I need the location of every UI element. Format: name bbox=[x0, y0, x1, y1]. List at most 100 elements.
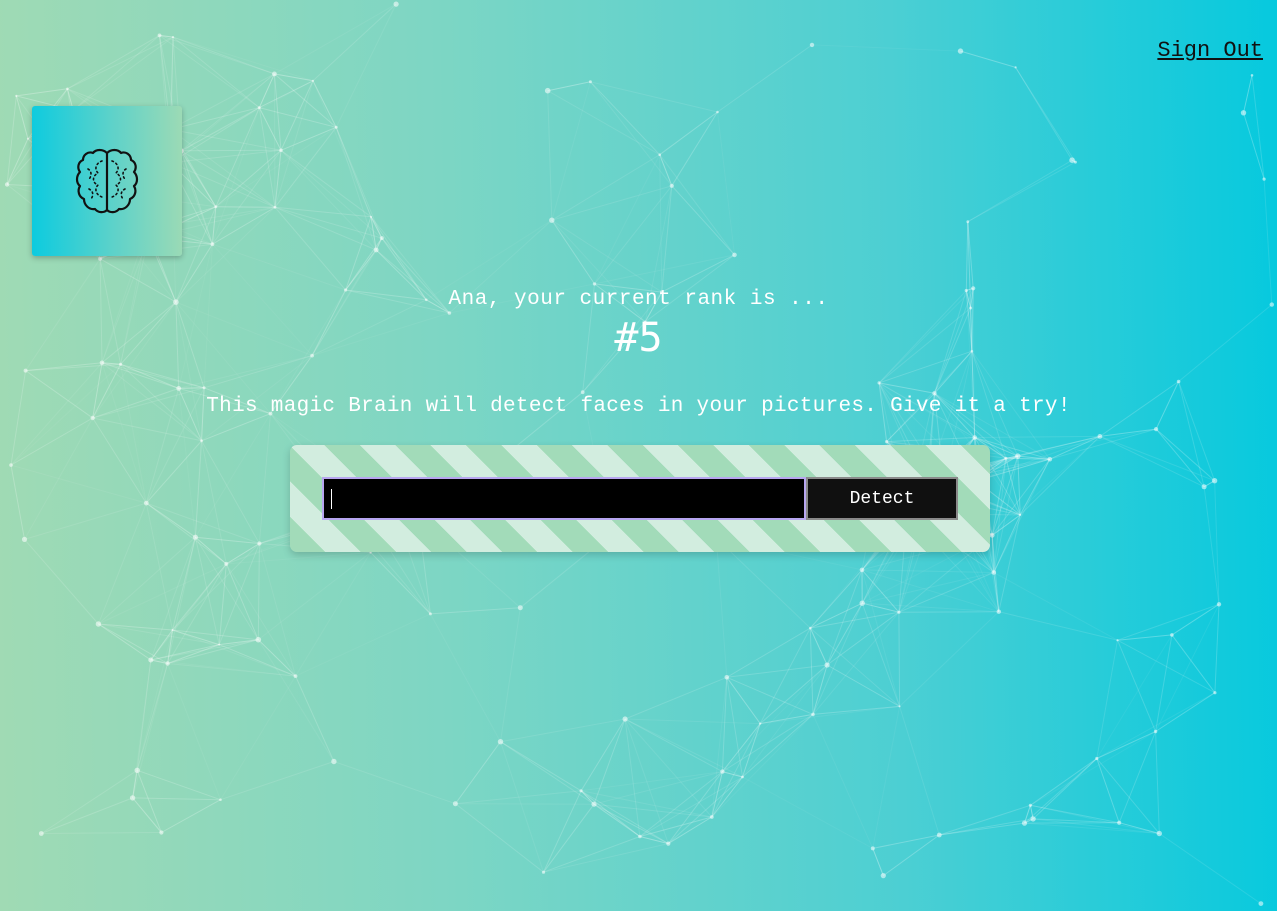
network-link bbox=[167, 663, 296, 677]
network-node bbox=[880, 873, 886, 879]
network-link bbox=[711, 723, 761, 818]
network-node bbox=[1047, 456, 1053, 462]
network-link bbox=[429, 613, 501, 742]
network-node bbox=[1176, 379, 1181, 384]
network-link bbox=[812, 602, 863, 715]
network-link bbox=[993, 514, 1021, 573]
network-link bbox=[172, 563, 227, 631]
network-node bbox=[898, 705, 901, 708]
network-link bbox=[809, 569, 863, 629]
network-link bbox=[180, 73, 275, 152]
network-link bbox=[10, 417, 93, 466]
network-node bbox=[171, 36, 175, 39]
network-node bbox=[1116, 639, 1119, 642]
network-link bbox=[551, 81, 591, 221]
network-node bbox=[272, 71, 277, 77]
network-node bbox=[622, 716, 628, 722]
network-node bbox=[996, 609, 1001, 614]
network-node bbox=[202, 386, 206, 390]
network-link bbox=[810, 611, 899, 629]
network-link bbox=[760, 713, 814, 725]
network-link bbox=[24, 417, 94, 540]
network-link bbox=[201, 440, 260, 544]
network-link bbox=[345, 216, 372, 291]
network-link bbox=[150, 537, 196, 661]
network-link bbox=[594, 254, 735, 285]
network-link bbox=[594, 154, 661, 285]
network-link bbox=[1117, 634, 1172, 641]
network-link bbox=[715, 538, 728, 678]
detect-button[interactable]: Detect bbox=[806, 477, 958, 520]
network-link bbox=[639, 836, 669, 845]
network-link bbox=[335, 127, 372, 217]
network-node bbox=[293, 674, 298, 678]
network-link bbox=[92, 417, 202, 442]
network-link bbox=[274, 206, 346, 291]
network-link bbox=[24, 502, 147, 540]
network-link bbox=[430, 607, 521, 615]
network-link bbox=[280, 149, 383, 239]
network-link bbox=[16, 88, 68, 97]
network-link bbox=[581, 790, 712, 818]
network-link bbox=[195, 536, 260, 544]
network-link bbox=[861, 603, 901, 707]
network-link bbox=[993, 458, 1051, 573]
network-link bbox=[1015, 67, 1073, 161]
network-node bbox=[897, 610, 901, 614]
network-link bbox=[1214, 480, 1220, 605]
network-link bbox=[1117, 639, 1216, 694]
network-link bbox=[150, 644, 220, 661]
network-link bbox=[25, 362, 103, 372]
network-link bbox=[991, 535, 1000, 612]
network-link bbox=[1017, 455, 1050, 460]
network-link bbox=[145, 502, 227, 565]
network-link bbox=[72, 36, 174, 111]
network-node bbox=[724, 675, 730, 680]
network-link bbox=[861, 569, 999, 613]
network-link bbox=[722, 771, 743, 778]
network-link bbox=[1024, 822, 1160, 834]
network-link bbox=[593, 803, 641, 837]
network-link bbox=[1118, 731, 1157, 823]
network-link bbox=[551, 219, 663, 293]
network-link bbox=[809, 627, 900, 707]
network-link bbox=[939, 822, 1025, 836]
network-link bbox=[726, 664, 828, 678]
network-link bbox=[146, 502, 260, 544]
network-link bbox=[67, 36, 174, 90]
network-link bbox=[1024, 758, 1098, 824]
network-node bbox=[966, 220, 970, 224]
network-node bbox=[279, 148, 283, 153]
network-link bbox=[742, 714, 814, 778]
network-link bbox=[862, 602, 900, 613]
network-link bbox=[159, 34, 260, 109]
network-link bbox=[580, 790, 595, 805]
network-link bbox=[333, 761, 456, 805]
network-link bbox=[760, 705, 900, 725]
network-node bbox=[870, 846, 875, 851]
network-link bbox=[312, 3, 397, 82]
network-node bbox=[541, 870, 546, 874]
network-node bbox=[809, 42, 815, 48]
network-link bbox=[1171, 603, 1220, 636]
sign-out-link[interactable]: Sign Out bbox=[1157, 38, 1263, 63]
network-link bbox=[1099, 435, 1215, 482]
network-link bbox=[178, 387, 205, 389]
network-link bbox=[146, 502, 196, 538]
network-link bbox=[194, 536, 259, 640]
network-link bbox=[1155, 731, 1160, 834]
network-link bbox=[375, 237, 383, 251]
network-link bbox=[879, 382, 935, 394]
network-link bbox=[180, 107, 260, 152]
network-link bbox=[668, 816, 713, 845]
network-link bbox=[259, 107, 337, 128]
network-node bbox=[991, 570, 997, 575]
network-link bbox=[625, 718, 761, 725]
network-link bbox=[543, 836, 641, 873]
network-link bbox=[1071, 159, 1076, 163]
network-link bbox=[24, 539, 99, 625]
network-link bbox=[812, 705, 900, 715]
network-link bbox=[826, 611, 900, 666]
image-url-input[interactable] bbox=[322, 477, 806, 520]
network-link bbox=[939, 818, 1034, 836]
